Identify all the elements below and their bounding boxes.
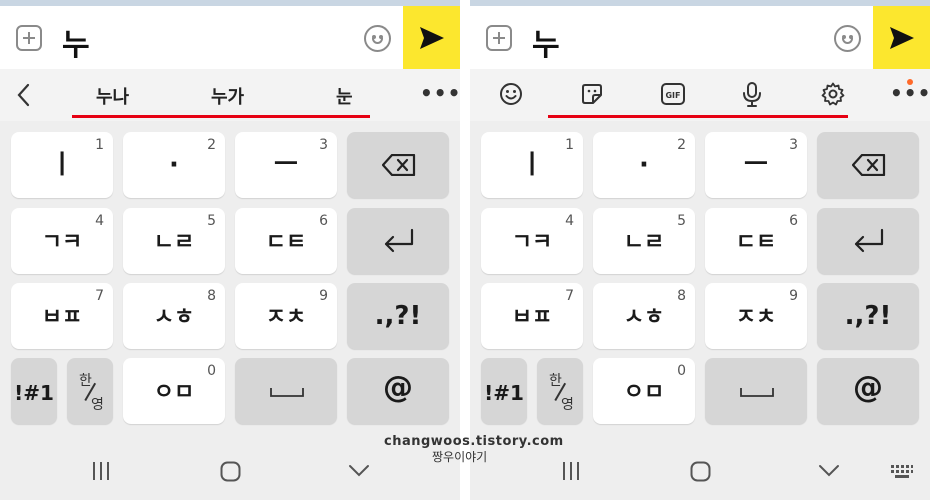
settings-icon[interactable] <box>821 82 845 106</box>
key-8[interactable]: 8 ㅅㅎ <box>123 283 225 349</box>
suggestion-2[interactable]: 누가 <box>211 83 244 109</box>
send-icon <box>420 27 444 49</box>
keypad: 1 ㅣ 2 · 3 ㅡ 4 ㄱㅋ 5 ㄴㄹ 6 ㄷㅌ 7 ㅂㅍ 8 ㅅㅎ 9 ㅈ… <box>0 121 460 433</box>
key-3[interactable]: 3 ㅡ <box>705 132 807 198</box>
panel-divider <box>460 0 470 500</box>
keypad: 1 ㅣ 2 · 3 ㅡ 4 ㄱㅋ 5 ㄴㄹ 6 ㄷㅌ 7 ㅂㅍ 8 ㅅㅎ 9 ㅈ… <box>470 121 930 433</box>
watermark-name: 짱우이야기 <box>432 450 488 464</box>
keyboard-toolbar: GIF ••• <box>470 69 930 121</box>
backspace-icon <box>852 154 886 176</box>
suggestion-bar: 누나 누가 눈 ••• <box>0 69 460 121</box>
keyboard-screen-right: 누 GIF ••• 1 ㅣ 2 · 3 ㅡ 4 ㄱㅋ 5 ㄴㄹ 6 ㄷㅌ 7 ㅂ… <box>470 0 930 500</box>
highlight-underline <box>548 115 848 118</box>
recent-apps-icon[interactable] <box>562 461 580 481</box>
watermark-url: changwoos.tistory.com <box>384 434 564 449</box>
hide-keyboard-icon[interactable] <box>818 464 840 478</box>
send-icon <box>890 27 914 49</box>
language-switch-key[interactable]: 한 영 <box>537 358 583 424</box>
enter-icon <box>854 228 884 253</box>
hide-keyboard-icon[interactable] <box>348 464 370 478</box>
space-icon <box>740 388 774 397</box>
punctuation-key[interactable]: .,?! <box>817 283 919 349</box>
key-0[interactable]: 0 ㅇㅁ <box>593 358 695 424</box>
backspace-icon <box>382 154 416 176</box>
symbols-key[interactable]: !#1 <box>481 358 527 424</box>
sticker-icon[interactable] <box>580 82 604 106</box>
key-4[interactable]: 4 ㄱㅋ <box>481 208 583 274</box>
key-7[interactable]: 7 ㅂㅍ <box>481 283 583 349</box>
language-switch-key[interactable]: 한 영 <box>67 358 113 424</box>
message-input-bar: 누 <box>0 6 460 69</box>
key-4[interactable]: 4 ㄱㅋ <box>11 208 113 274</box>
key-1[interactable]: 1 ㅣ <box>11 132 113 198</box>
suggestion-3[interactable]: 눈 <box>336 83 353 109</box>
key-5[interactable]: 5 ㄴㄹ <box>123 208 225 274</box>
at-key[interactable]: @ <box>817 358 919 424</box>
key-5[interactable]: 5 ㄴㄹ <box>593 208 695 274</box>
key-9[interactable]: 9 ㅈㅊ <box>705 283 807 349</box>
home-icon[interactable] <box>220 461 241 482</box>
enter-key[interactable] <box>347 208 449 274</box>
key-1[interactable]: 1 ㅣ <box>481 132 583 198</box>
mic-icon[interactable] <box>742 82 762 108</box>
emoticon-icon[interactable] <box>834 25 861 52</box>
symbols-key[interactable]: !#1 <box>11 358 57 424</box>
suggestion-1[interactable]: 누나 <box>96 83 129 109</box>
backspace-key[interactable] <box>817 132 919 198</box>
backspace-key[interactable] <box>347 132 449 198</box>
space-key[interactable] <box>705 358 807 424</box>
key-9[interactable]: 9 ㅈㅊ <box>235 283 337 349</box>
key-6[interactable]: 6 ㄷㅌ <box>705 208 807 274</box>
svg-text:GIF: GIF <box>665 91 680 100</box>
send-button[interactable] <box>403 6 460 69</box>
space-icon <box>270 388 304 397</box>
more-icon[interactable]: ••• <box>420 81 460 105</box>
message-input-bar: 누 <box>470 6 930 69</box>
gif-icon[interactable]: GIF <box>661 83 685 105</box>
key-3[interactable]: 3 ㅡ <box>235 132 337 198</box>
keyboard-switch-icon[interactable] <box>890 464 914 480</box>
notification-badge <box>907 79 913 85</box>
recent-apps-icon[interactable] <box>92 461 110 481</box>
key-2[interactable]: 2 · <box>593 132 695 198</box>
at-key[interactable]: @ <box>347 358 449 424</box>
chevron-left-icon[interactable] <box>16 83 32 107</box>
punctuation-key[interactable]: .,?! <box>347 283 449 349</box>
key-0[interactable]: 0 ㅇㅁ <box>123 358 225 424</box>
attach-plus-icon[interactable] <box>16 25 42 51</box>
emoticon-icon[interactable] <box>364 25 391 52</box>
home-icon[interactable] <box>690 461 711 482</box>
enter-key[interactable] <box>817 208 919 274</box>
key-8[interactable]: 8 ㅅㅎ <box>593 283 695 349</box>
keyboard-screen-left: 누 누나 누가 눈 ••• 1 ㅣ 2 · 3 ㅡ 4 ㄱㅋ 5 ㄴㄹ 6 ㄷㅌ… <box>0 0 460 500</box>
attach-plus-icon[interactable] <box>486 25 512 51</box>
highlight-underline <box>72 115 370 118</box>
message-input[interactable]: 누 <box>62 20 90 64</box>
send-button[interactable] <box>873 6 930 69</box>
space-key[interactable] <box>235 358 337 424</box>
key-2[interactable]: 2 · <box>123 132 225 198</box>
key-6[interactable]: 6 ㄷㅌ <box>235 208 337 274</box>
enter-icon <box>384 228 414 253</box>
message-input[interactable]: 누 <box>532 20 560 64</box>
emoji-icon[interactable] <box>499 82 523 106</box>
key-7[interactable]: 7 ㅂㅍ <box>11 283 113 349</box>
